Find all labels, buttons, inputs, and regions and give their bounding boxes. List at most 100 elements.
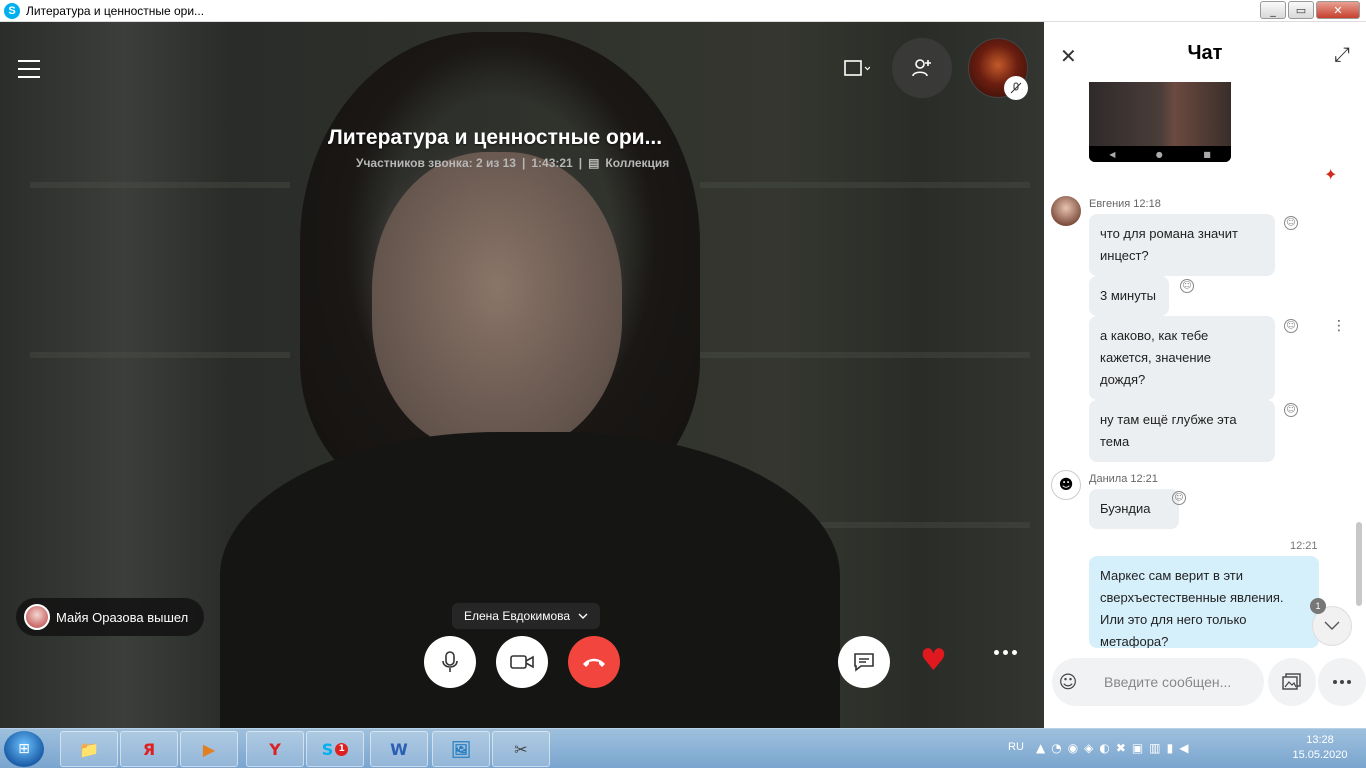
skype-app-icon: S	[4, 2, 20, 19]
chevron-down-icon	[1324, 621, 1340, 630]
skype-notification-badge: 1	[335, 742, 349, 756]
message-line: Буэндиа	[1100, 501, 1151, 516]
message-bubble[interactable]: ну там ещё глубже эта тема	[1089, 400, 1275, 462]
unread-badge: 1	[1310, 598, 1326, 614]
speaker-name: Елена Евдокимова	[464, 609, 571, 623]
add-reaction-icon[interactable]: ☺	[1284, 319, 1298, 333]
call-duration: 1:43:21	[531, 156, 573, 170]
message-line: метафора?	[1100, 634, 1169, 648]
start-button[interactable]: ⊞	[4, 731, 44, 767]
speaker-selector[interactable]: Елена Евдокимова	[452, 603, 601, 629]
background-shelf	[700, 182, 1030, 188]
message-line: инцест?	[1100, 248, 1149, 263]
back-icon: ◀	[1109, 149, 1116, 159]
separator: |	[578, 156, 583, 170]
maximize-button[interactable]: ▭	[1288, 1, 1314, 19]
add-reaction-icon[interactable]: ☺	[1172, 491, 1186, 505]
more-composer-options-button[interactable]	[1318, 658, 1366, 706]
hang-up-icon	[583, 658, 605, 667]
message-input[interactable]	[1104, 674, 1264, 690]
message-more-icon[interactable]: ⋮	[1332, 318, 1346, 334]
add-reaction-icon[interactable]: ☺	[1180, 279, 1194, 293]
message-bubble[interactable]: 3 минуты	[1089, 276, 1169, 316]
message-line: Маркес сам верит в эти	[1100, 568, 1244, 583]
taskbar: ⊞ 📁 Я ▶ Y S 1 W 🖼 ✂ RU ▲◔◉◈◐✖▣▥▮◀ 13:28 …	[0, 728, 1366, 768]
chat-scrollbar[interactable]	[1356, 522, 1362, 606]
chat-header: ✕ Чат ⤢	[1044, 22, 1366, 82]
avatar[interactable]: ☻	[1051, 470, 1081, 500]
taskbar-yandex-browser[interactable]: Y	[246, 731, 304, 767]
avatar[interactable]	[1051, 196, 1081, 226]
message-composer: ☺	[1052, 658, 1264, 706]
background-shelf	[30, 352, 290, 358]
message-sender: Данила 12:21	[1089, 473, 1158, 485]
participants-count: Участников звонка: 2 из 13	[356, 156, 516, 170]
open-chat-button[interactable]	[838, 636, 890, 688]
taskbar-skype[interactable]: S 1	[306, 731, 364, 767]
collection-link[interactable]: Коллекция	[605, 156, 669, 170]
message-time: 12:21	[1290, 540, 1318, 552]
shared-image[interactable]: ◀ ● ■	[1089, 82, 1231, 162]
switch-view-icon[interactable]	[842, 58, 870, 78]
maple-leaf-reaction-icon: ✦	[1324, 165, 1338, 184]
minimize-button[interactable]: _	[1260, 1, 1286, 19]
avatar	[24, 604, 50, 630]
taskbar-yandex[interactable]: Я	[120, 731, 178, 767]
message-bubble[interactable]: что для романа значит инцест?	[1089, 214, 1275, 276]
microphone-button[interactable]	[424, 636, 476, 688]
add-reaction-icon[interactable]: ☺	[1284, 403, 1298, 417]
clock-time: 13:28	[1306, 734, 1334, 746]
window-controls: _ ▭ ✕	[1260, 1, 1360, 19]
system-tray-icons[interactable]: ▲◔◉◈◐✖▣▥▮◀	[1036, 741, 1194, 755]
window-titlebar: S Литература и ценностные ори... _ ▭ ✕	[0, 0, 1366, 22]
video-camera-icon	[510, 655, 534, 669]
message-line: сверхъестественные явления.	[1100, 590, 1284, 605]
message-line: что для романа значит	[1100, 226, 1238, 241]
taskbar-photo-viewer[interactable]: 🖼	[432, 731, 490, 767]
taskbar-snipping-tool[interactable]: ✂	[492, 731, 550, 767]
own-message-bubble[interactable]: Маркес сам верит в эти сверхъестественны…	[1089, 556, 1319, 648]
add-reaction-icon[interactable]: ☺	[1284, 216, 1298, 230]
taskbar-media-player[interactable]: ▶	[180, 731, 238, 767]
recent-icon: ■	[1203, 149, 1211, 159]
add-participant-button[interactable]	[892, 38, 952, 98]
message-line: 3 минуты	[1100, 288, 1157, 303]
window-title: Литература и ценностные ори...	[26, 3, 205, 18]
message-sender: Евгения 12:18	[1089, 198, 1161, 210]
toast-text: Майя Оразова вышел	[56, 609, 189, 625]
message-line: кажется, значение	[1100, 350, 1212, 365]
call-subtitle: Участников звонка: 2 из 13 | 1:43:21 | ▤…	[356, 156, 669, 170]
taskbar-explorer[interactable]: 📁	[60, 731, 118, 767]
separator: |	[521, 156, 526, 170]
message-line: дождя?	[1100, 372, 1146, 387]
end-call-button[interactable]	[568, 636, 620, 688]
language-indicator[interactable]: RU	[1008, 741, 1024, 753]
chat-icon	[854, 653, 874, 672]
taskbar-word[interactable]: W	[370, 731, 428, 767]
chat-title: Чат	[1187, 42, 1223, 64]
message-bubble[interactable]: Буэндиа	[1089, 489, 1179, 529]
message-line: тема	[1100, 434, 1130, 449]
system-clock[interactable]: 13:28 15.05.2020	[1290, 733, 1350, 763]
mic-muted-icon	[1004, 76, 1028, 100]
message-line: а каково, как тебе	[1100, 328, 1209, 343]
person-face	[372, 152, 622, 452]
message-line: ну там ещё глубже эта	[1100, 412, 1237, 427]
emoji-icon[interactable]: ☺	[1052, 672, 1084, 693]
close-window-button[interactable]: ✕	[1316, 1, 1360, 19]
chevron-down-icon	[578, 613, 588, 619]
background-shelf	[700, 352, 1030, 358]
heart-reaction-icon[interactable]: ♥	[920, 646, 947, 676]
message-bubble[interactable]: а каково, как тебе кажется, значение дож…	[1089, 316, 1275, 400]
more-options-button[interactable]	[994, 650, 1017, 655]
phone-navbar: ◀ ● ■	[1089, 146, 1231, 162]
video-toggle-button[interactable]	[496, 636, 548, 688]
gallery-icon: ▤	[588, 156, 600, 170]
home-icon: ●	[1155, 149, 1163, 159]
participant-left-toast: Майя Оразова вышел	[16, 598, 205, 636]
gallery-icon	[1282, 673, 1301, 690]
hamburger-menu-button[interactable]	[18, 60, 40, 78]
chat-panel: ✕ Чат ⤢ ◀ ● ■ ✦ Евгения 12:18 что для ро…	[1044, 22, 1366, 728]
media-gallery-button[interactable]	[1268, 658, 1316, 706]
expand-icon[interactable]: ⤢	[1334, 42, 1350, 66]
